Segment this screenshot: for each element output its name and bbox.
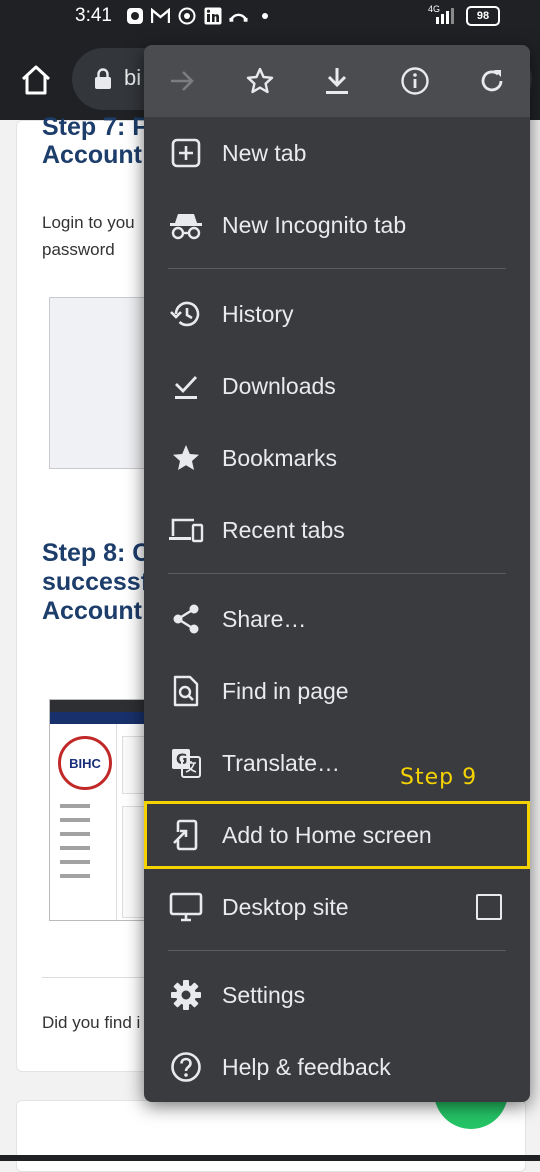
forward-icon[interactable] [164,63,200,99]
linkedin-icon [203,6,222,25]
add-to-home-icon [168,817,204,853]
menu-label: New tab [222,140,306,167]
info-icon[interactable] [397,63,433,99]
menu-label: Downloads [222,373,336,400]
menu-divider [168,268,506,269]
signal-icon: 4G [426,6,456,26]
menu-item-bookmarks[interactable]: Bookmarks [144,422,530,494]
menu-label: Help & feedback [222,1054,391,1081]
step7-text-line1: Login to you [42,209,135,236]
history-icon [168,296,204,332]
desktop-site-checkbox[interactable] [476,894,502,920]
translate-icon: G [168,745,204,781]
menu-item-help-feedback[interactable]: Help & feedback [144,1031,530,1102]
menu-item-history[interactable]: History [144,278,530,350]
status-icons [125,6,274,25]
menu-label: Desktop site [222,894,349,921]
system-nav-bar [0,1155,540,1161]
new-tab-icon [168,135,204,171]
help-icon [168,1049,204,1085]
bookmarks-icon [168,440,204,476]
menu-label: History [222,301,294,328]
menu-item-settings[interactable]: Settings [144,959,530,1031]
share-icon [168,601,204,637]
menu-item-recent-tabs[interactable]: Recent tabs [144,494,530,566]
reload-icon[interactable] [474,63,510,99]
menu-item-share[interactable]: Share… [144,583,530,655]
chrome-overflow-menu: New tab New Incognito tab History Downlo… [144,45,530,1102]
menu-action-bar [144,45,530,117]
gmail-icon [151,6,170,25]
notification-app-icon [125,6,144,25]
step-9-annotation: Step 9 [400,765,477,790]
downloads-icon [168,368,204,404]
find-in-page-icon [168,673,204,709]
home-button[interactable] [18,62,54,98]
bihc-logo: BIHC [58,736,112,790]
menu-label: Add to Home screen [222,822,432,849]
bookmark-star-icon[interactable] [242,63,278,99]
url-text: bi [124,65,141,91]
menu-item-downloads[interactable]: Downloads [144,350,530,422]
menu-label: Find in page [222,678,349,705]
menu-label: Bookmarks [222,445,337,472]
missed-call-icon [229,6,248,25]
settings-icon [168,977,204,1013]
chrome-icon [177,6,196,25]
menu-item-new-tab[interactable]: New tab [144,117,530,189]
desktop-icon [168,889,204,925]
status-bar: 3:41 4G 98 [0,0,540,34]
dot-icon [255,6,274,25]
step8-heading-line1: Step 8: C [42,539,150,567]
home-icon [18,62,54,98]
menu-divider [168,573,506,574]
menu-item-desktop-site[interactable]: Desktop site [144,871,530,943]
recent-tabs-icon [168,512,204,548]
incognito-icon [168,207,204,243]
menu-item-find-in-page[interactable]: Find in page [144,655,530,727]
menu-label: New Incognito tab [222,212,406,239]
menu-item-add-to-home-screen[interactable]: Add to Home screen [144,799,530,871]
step7-heading-line2: Account [42,141,142,169]
step7-text-line2: password [42,236,115,263]
menu-label: Share… [222,606,306,633]
status-right: 4G 98 [426,6,500,26]
lock-icon [94,68,112,95]
menu-label: Translate… [222,750,340,777]
menu-item-new-incognito-tab[interactable]: New Incognito tab [144,189,530,261]
feedback-question: Did you find i [42,1009,140,1036]
menu-divider [168,950,506,951]
battery-indicator: 98 [466,6,500,26]
step8-heading-line3: Account [42,597,142,625]
status-time: 3:41 [75,5,112,27]
menu-label: Settings [222,982,305,1009]
menu-label: Recent tabs [222,517,345,544]
step7-heading-line1: Step 7: F [42,113,148,141]
download-icon[interactable] [319,63,355,99]
step8-heading-line2: successf [42,568,149,596]
